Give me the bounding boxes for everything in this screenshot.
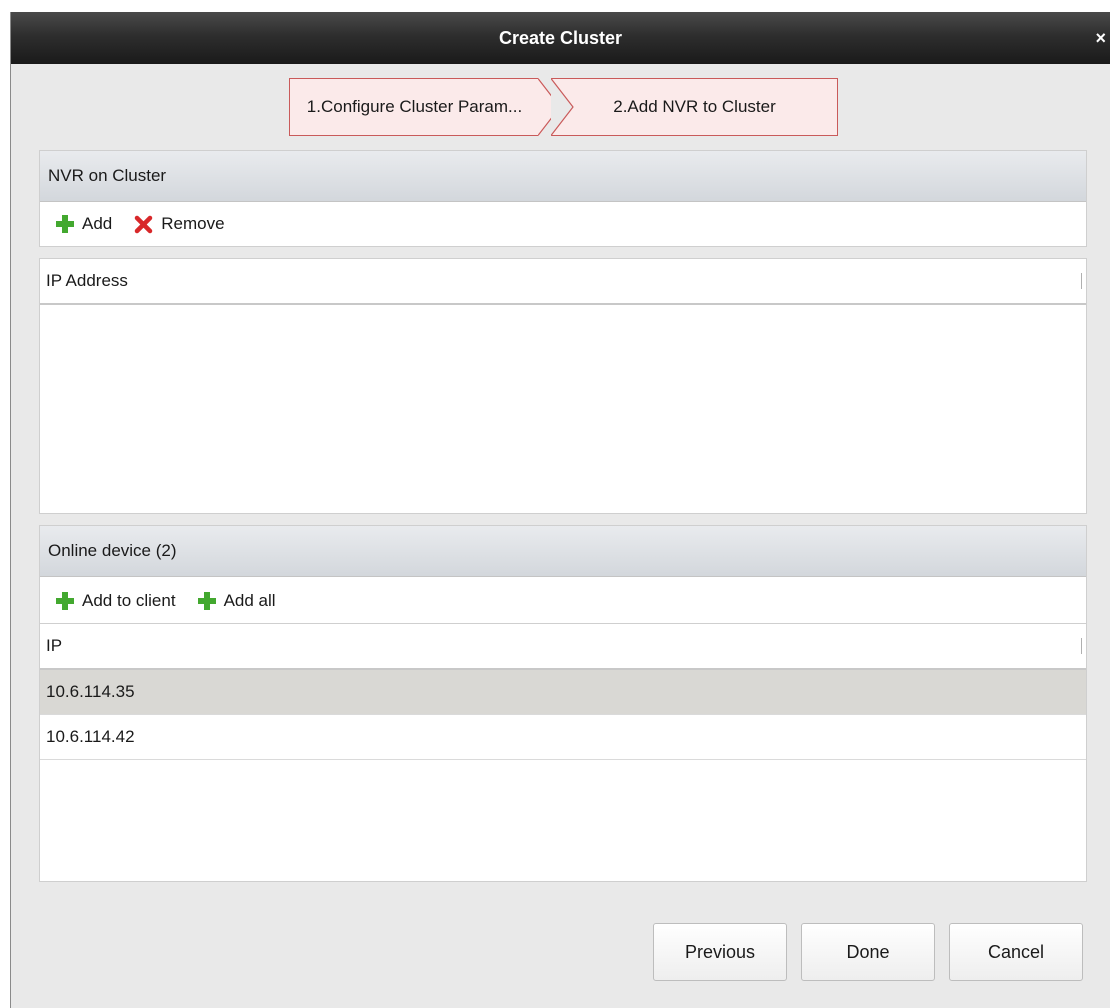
wizard-steps: 1.Configure Cluster Param... 2.Add NVR t…: [11, 78, 1110, 138]
step-add-nvr[interactable]: 2.Add NVR to Cluster: [551, 78, 838, 136]
online-toolbar: Add to client Add all: [40, 577, 1086, 625]
dialog-title: Create Cluster: [498, 28, 623, 48]
plus-icon: [56, 592, 74, 610]
online-device-panel: Online device (2) Add to client Add all: [39, 525, 1087, 626]
plus-icon: [56, 215, 74, 233]
arrow-notch-icon: [551, 78, 574, 136]
previous-button[interactable]: Previous: [653, 923, 787, 981]
add-to-client-button[interactable]: Add to client: [56, 591, 176, 611]
table-row[interactable]: 10.6.114.35: [40, 670, 1086, 715]
step-label: 2.Add NVR to Cluster: [613, 97, 776, 116]
online-device-table: IP 10.6.114.35 10.6.114.42: [39, 623, 1087, 882]
column-resize-handle[interactable]: [1081, 638, 1082, 654]
column-header-label: IP Address: [46, 271, 128, 290]
column-header-ip[interactable]: IP: [40, 624, 1086, 670]
panel-title: NVR on Cluster: [40, 151, 1086, 202]
add-to-client-label: Add to client: [82, 591, 176, 610]
title-bar: Create Cluster ×: [11, 12, 1110, 64]
close-icon[interactable]: ×: [1095, 12, 1106, 64]
nvr-on-cluster-panel: NVR on Cluster Add Remove: [39, 150, 1087, 247]
panel-title: Online device (2): [40, 526, 1086, 577]
step-configure-cluster[interactable]: 1.Configure Cluster Param...: [289, 78, 561, 136]
add-all-label: Add all: [223, 591, 276, 610]
done-button[interactable]: Done: [801, 923, 935, 981]
remove-label: Remove: [161, 214, 225, 233]
column-header-label: IP: [46, 636, 63, 655]
table-row[interactable]: 10.6.114.42: [40, 715, 1086, 760]
step-label: 1.Configure Cluster Param...: [306, 97, 523, 116]
add-button[interactable]: Add: [56, 214, 112, 234]
cancel-button[interactable]: Cancel: [949, 923, 1083, 981]
nvr-table: IP Address: [39, 258, 1087, 514]
column-resize-handle[interactable]: [1081, 273, 1082, 289]
column-header-ip-address[interactable]: IP Address: [40, 259, 1086, 305]
create-cluster-dialog: Create Cluster × 1.Configure Cluster Par…: [10, 12, 1110, 1008]
plus-icon: [197, 592, 216, 610]
remove-button[interactable]: Remove: [134, 214, 225, 234]
nvr-toolbar: Add Remove: [40, 202, 1086, 246]
add-label: Add: [82, 214, 113, 233]
x-icon: [135, 215, 153, 233]
add-all-button[interactable]: Add all: [197, 591, 276, 611]
